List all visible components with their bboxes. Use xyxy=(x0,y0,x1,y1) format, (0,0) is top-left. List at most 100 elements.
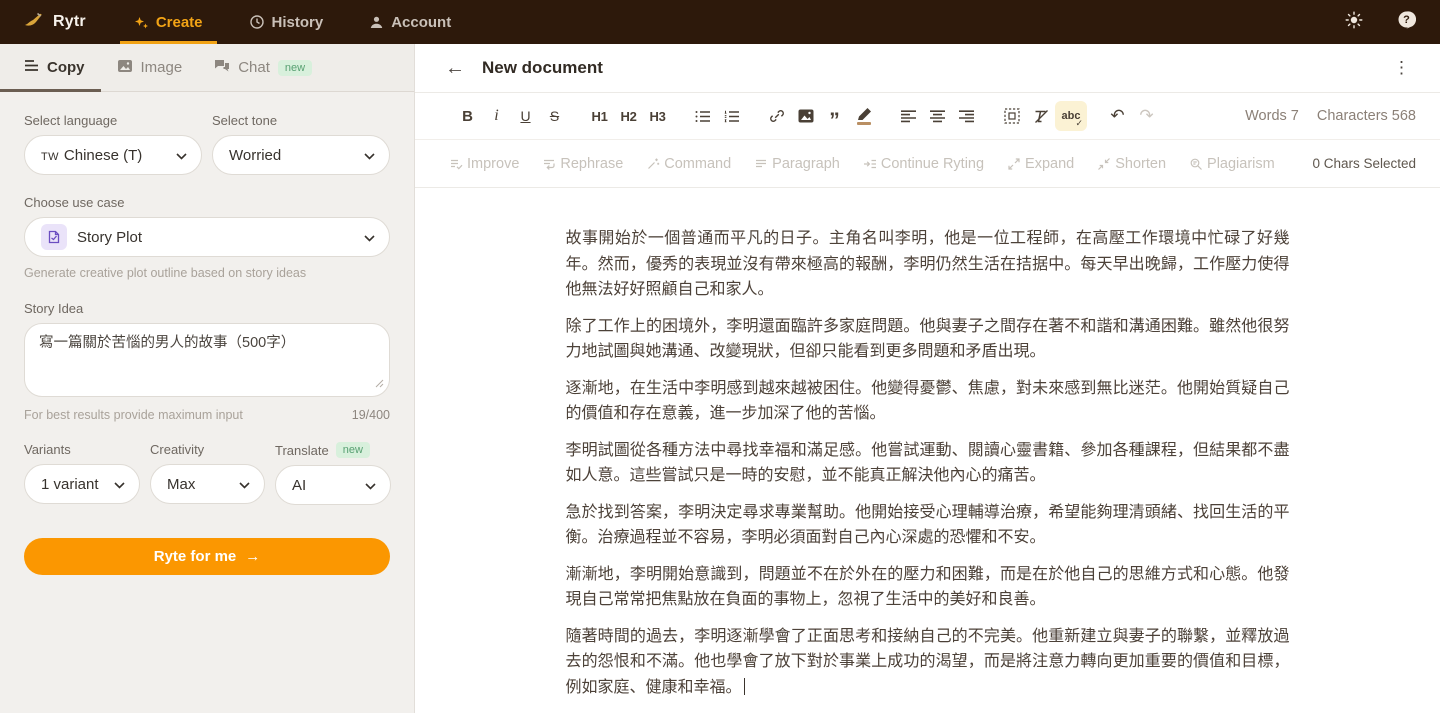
story-plot-icon xyxy=(41,224,67,250)
shorten-button[interactable]: Shorten xyxy=(1097,156,1166,172)
document-content: 故事開始於一個普通而平凡的日子。主角名叫李明，他是一位工程師，在高壓工作環境中忙… xyxy=(566,226,1290,700)
paragraph: 故事開始於一個普通而平凡的日子。主角名叫李明，他是一位工程師，在高壓工作環境中忙… xyxy=(566,226,1290,303)
document-title[interactable]: New document xyxy=(482,58,603,78)
heading2-button[interactable]: H2 xyxy=(614,101,643,131)
nav-label-history: History xyxy=(272,14,324,31)
chat-new-badge: new xyxy=(278,60,312,76)
chat-bubbles-icon xyxy=(214,59,230,77)
tone-value: Worried xyxy=(229,147,358,164)
command-button[interactable]: Command xyxy=(646,156,731,172)
tone-label: Select tone xyxy=(212,113,390,128)
history-clock-icon xyxy=(249,14,265,30)
chevron-down-icon xyxy=(364,229,375,246)
translate-select[interactable]: AI xyxy=(275,465,391,505)
spell-check-button[interactable]: abc ✓ xyxy=(1055,101,1087,131)
sidebar-tabs: Copy Image Chat new xyxy=(0,44,414,92)
strikethrough-button[interactable]: S xyxy=(540,101,569,131)
bullet-list-button[interactable] xyxy=(688,101,717,131)
arrow-right-icon: → xyxy=(245,548,260,565)
nav-item-create[interactable]: Create xyxy=(134,0,203,44)
creativity-label: Creativity xyxy=(150,442,265,457)
chevron-down-icon xyxy=(365,477,376,494)
language-flag: TW xyxy=(41,151,59,163)
tab-copy-label: Copy xyxy=(47,59,85,76)
ordered-list-button[interactable] xyxy=(717,101,746,131)
editor-area[interactable]: 故事開始於一個普通而平凡的日子。主角名叫李明，他是一位工程師，在高壓工作環境中忙… xyxy=(415,188,1440,713)
undo-button[interactable]: ↶ xyxy=(1103,101,1132,131)
chevron-down-icon xyxy=(176,147,187,164)
brand-name: Rytr xyxy=(53,13,86,31)
top-navbar: Rytr Create History Account xyxy=(0,0,1440,44)
copy-lines-icon xyxy=(24,59,39,76)
kebab-menu-button[interactable]: ⋮ xyxy=(1387,56,1416,80)
creativity-value: Max xyxy=(167,476,233,493)
nav-menu: Create History Account xyxy=(134,0,451,44)
highlight-pen-button[interactable] xyxy=(849,101,878,131)
tab-image-label: Image xyxy=(141,59,183,76)
document-header: ← New document ⋮ xyxy=(415,44,1440,93)
character-count: Characters 568 xyxy=(1317,108,1416,124)
svg-text:?: ? xyxy=(1403,14,1410,26)
check-icon: ✓ xyxy=(1075,118,1083,129)
align-center-button[interactable] xyxy=(923,101,952,131)
language-select[interactable]: TWChinese (T) xyxy=(24,135,202,175)
tab-image[interactable]: Image xyxy=(101,44,199,91)
ai-actions-bar: Improve Rephrase Command Paragraph Conti… xyxy=(415,140,1440,188)
tab-chat[interactable]: Chat new xyxy=(198,44,328,91)
use-case-select[interactable]: Story Plot xyxy=(24,217,390,257)
theme-sun-icon[interactable] xyxy=(1345,11,1363,34)
nav-label-account: Account xyxy=(391,14,451,31)
use-case-helper: Generate creative plot outline based on … xyxy=(24,266,390,280)
word-count: Words 7 xyxy=(1245,108,1299,124)
rephrase-button[interactable]: Rephrase xyxy=(542,156,623,172)
tone-select[interactable]: Worried xyxy=(212,135,390,175)
clear-format-button[interactable] xyxy=(1026,101,1055,131)
improve-button[interactable]: Improve xyxy=(449,156,519,172)
story-idea-input[interactable]: 寫一篇關於苦惱的男人的故事（500字） xyxy=(24,323,390,397)
expand-button[interactable]: Expand xyxy=(1007,156,1074,172)
redo-button[interactable]: ↷ xyxy=(1132,101,1161,131)
italic-button[interactable]: i xyxy=(482,101,511,131)
nav-right-actions: ? xyxy=(1345,10,1416,34)
heading1-button[interactable]: H1 xyxy=(585,101,614,131)
chevron-down-icon xyxy=(364,147,375,164)
align-right-button[interactable] xyxy=(952,101,981,131)
tab-chat-label: Chat xyxy=(238,59,270,76)
continue-ryting-button[interactable]: Continue Ryting xyxy=(863,156,984,172)
paragraph: 隨著時間的過去，李明逐漸學會了正面思考和接納自己的不完美。他重新建立與妻子的聯繫… xyxy=(566,624,1290,701)
rytr-hand-icon xyxy=(24,11,45,34)
paragraph: 急於找到答案，李明決定尋求專業幫助。他開始接受心理輔導治療，希望能夠理清頭緒、找… xyxy=(566,500,1290,551)
align-left-button[interactable] xyxy=(894,101,923,131)
plagiarism-button[interactable]: Plagiarism xyxy=(1189,156,1275,172)
cta-label: Ryte for me xyxy=(154,548,237,565)
insert-image-button[interactable] xyxy=(791,101,820,131)
heading3-button[interactable]: H3 xyxy=(643,101,672,131)
chevron-down-icon xyxy=(114,476,125,493)
underline-button[interactable]: U xyxy=(511,101,540,131)
app-window: Rytr Create History Account xyxy=(0,0,1440,713)
paragraph-button[interactable]: Paragraph xyxy=(754,156,840,172)
variants-select[interactable]: 1 variant xyxy=(24,464,140,504)
select-all-button[interactable] xyxy=(997,101,1026,131)
use-case-label: Choose use case xyxy=(24,195,390,210)
back-arrow-button[interactable]: ← xyxy=(445,58,465,78)
nav-item-account[interactable]: Account xyxy=(369,0,451,44)
document-stats: Words 7 Characters 568 xyxy=(1245,108,1416,124)
help-icon[interactable]: ? xyxy=(1397,10,1416,34)
tab-copy[interactable]: Copy xyxy=(0,44,101,91)
bold-button[interactable]: B xyxy=(453,101,482,131)
blockquote-button[interactable]: ” xyxy=(820,101,849,131)
account-person-icon xyxy=(369,15,384,30)
nav-label-create: Create xyxy=(156,14,203,31)
translate-label: Translate xyxy=(275,443,329,458)
ryte-for-me-button[interactable]: Ryte for me → xyxy=(24,538,390,575)
chars-selected-indicator: 0 Chars Selected xyxy=(1312,156,1416,171)
translate-new-badge: new xyxy=(336,442,370,458)
use-case-value: Story Plot xyxy=(77,229,358,246)
sparkles-icon xyxy=(134,15,149,30)
creativity-select[interactable]: Max xyxy=(150,464,265,504)
resize-handle[interactable] xyxy=(375,375,384,393)
link-button[interactable] xyxy=(762,101,791,131)
nav-item-history[interactable]: History xyxy=(249,0,324,44)
rytr-logo[interactable]: Rytr xyxy=(24,11,86,34)
